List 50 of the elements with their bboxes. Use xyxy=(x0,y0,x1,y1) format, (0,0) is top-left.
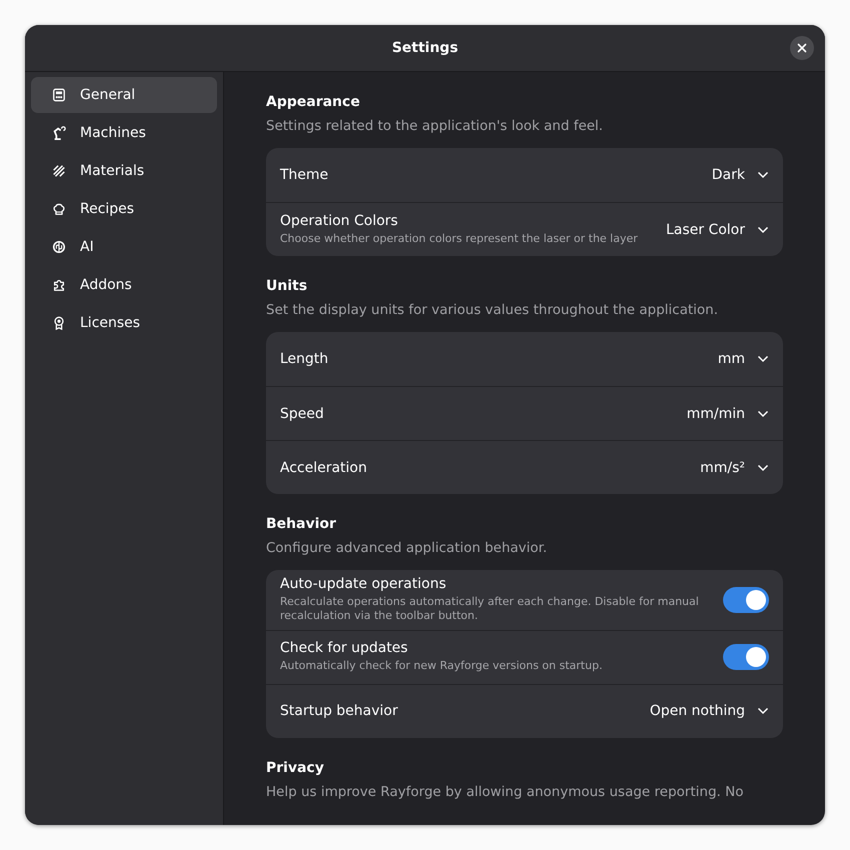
section-title: Units xyxy=(266,278,308,294)
dropdown[interactable]: mm/min xyxy=(686,406,769,422)
row-label: Check for updates xyxy=(280,640,409,656)
chevron-down-icon xyxy=(757,355,769,363)
toggle-switch[interactable] xyxy=(723,586,769,613)
sidebar-item[interactable]: Materials xyxy=(31,153,217,189)
section-description: Set the display units for various values throughout the application. xyxy=(266,302,720,318)
sidebar-item[interactable]: General xyxy=(31,77,217,113)
sidebar-item[interactable]: Addons xyxy=(31,267,217,303)
dropdown[interactable]: Laser Color xyxy=(666,222,769,238)
dropdown[interactable]: mm/s² xyxy=(700,460,769,476)
toggle-switch[interactable] xyxy=(723,644,769,670)
section-description: Help us improve Rayforge by allowing anonymous usage reporting. No xyxy=(266,784,744,800)
dropdown[interactable]: mm xyxy=(718,351,769,367)
row-label: Auto-update operations xyxy=(280,576,448,592)
chevron-down-icon xyxy=(757,707,769,716)
calculator-icon xyxy=(52,88,66,102)
dropdown[interactable]: Dark xyxy=(712,167,769,183)
close-icon xyxy=(797,43,807,53)
chevron-down-icon xyxy=(757,171,769,179)
sidebar-item[interactable]: AI xyxy=(31,229,217,265)
row-label: Theme xyxy=(280,167,330,183)
row-label: Speed xyxy=(280,406,325,422)
chevron-down-icon xyxy=(757,410,769,418)
row-label: Acceleration xyxy=(280,460,368,476)
close-button[interactable] xyxy=(790,36,814,60)
brain-icon xyxy=(52,240,66,254)
window-title: Settings xyxy=(392,40,458,56)
section-title: Behavior xyxy=(266,516,338,532)
chevron-down-icon xyxy=(757,226,769,234)
sidebar-item[interactable]: Machines xyxy=(31,115,217,151)
dropdown[interactable]: Open nothing xyxy=(650,703,769,720)
row-label: Operation Colors xyxy=(280,212,399,229)
robot-arm-icon xyxy=(52,126,66,140)
row-subtitle: Choose whether operation colors represent the laser or the layer xyxy=(280,232,639,246)
row-label: Length xyxy=(280,351,330,367)
row-subtitle: Recalculate operations automatically after each change. Disable for manual recalculation via the toolbar button. xyxy=(280,595,700,624)
sidebar-item[interactable]: Licenses xyxy=(31,305,217,341)
puzzle-icon xyxy=(52,278,66,292)
section-title: Privacy xyxy=(266,760,325,776)
sidebar-item[interactable]: Recipes xyxy=(31,191,217,227)
hatched-icon xyxy=(52,164,66,178)
row-label: Startup behavior xyxy=(280,703,399,720)
section-title: Appearance xyxy=(266,94,361,110)
section-description: Settings related to the application's look and feel. xyxy=(266,118,604,134)
section-description: Configure advanced application behavior. xyxy=(266,540,548,556)
award-icon xyxy=(52,316,66,330)
row-subtitle: Automatically check for new Rayforge versions on startup. xyxy=(280,659,604,674)
chevron-down-icon xyxy=(757,464,769,472)
chef-hat-icon xyxy=(52,202,66,216)
